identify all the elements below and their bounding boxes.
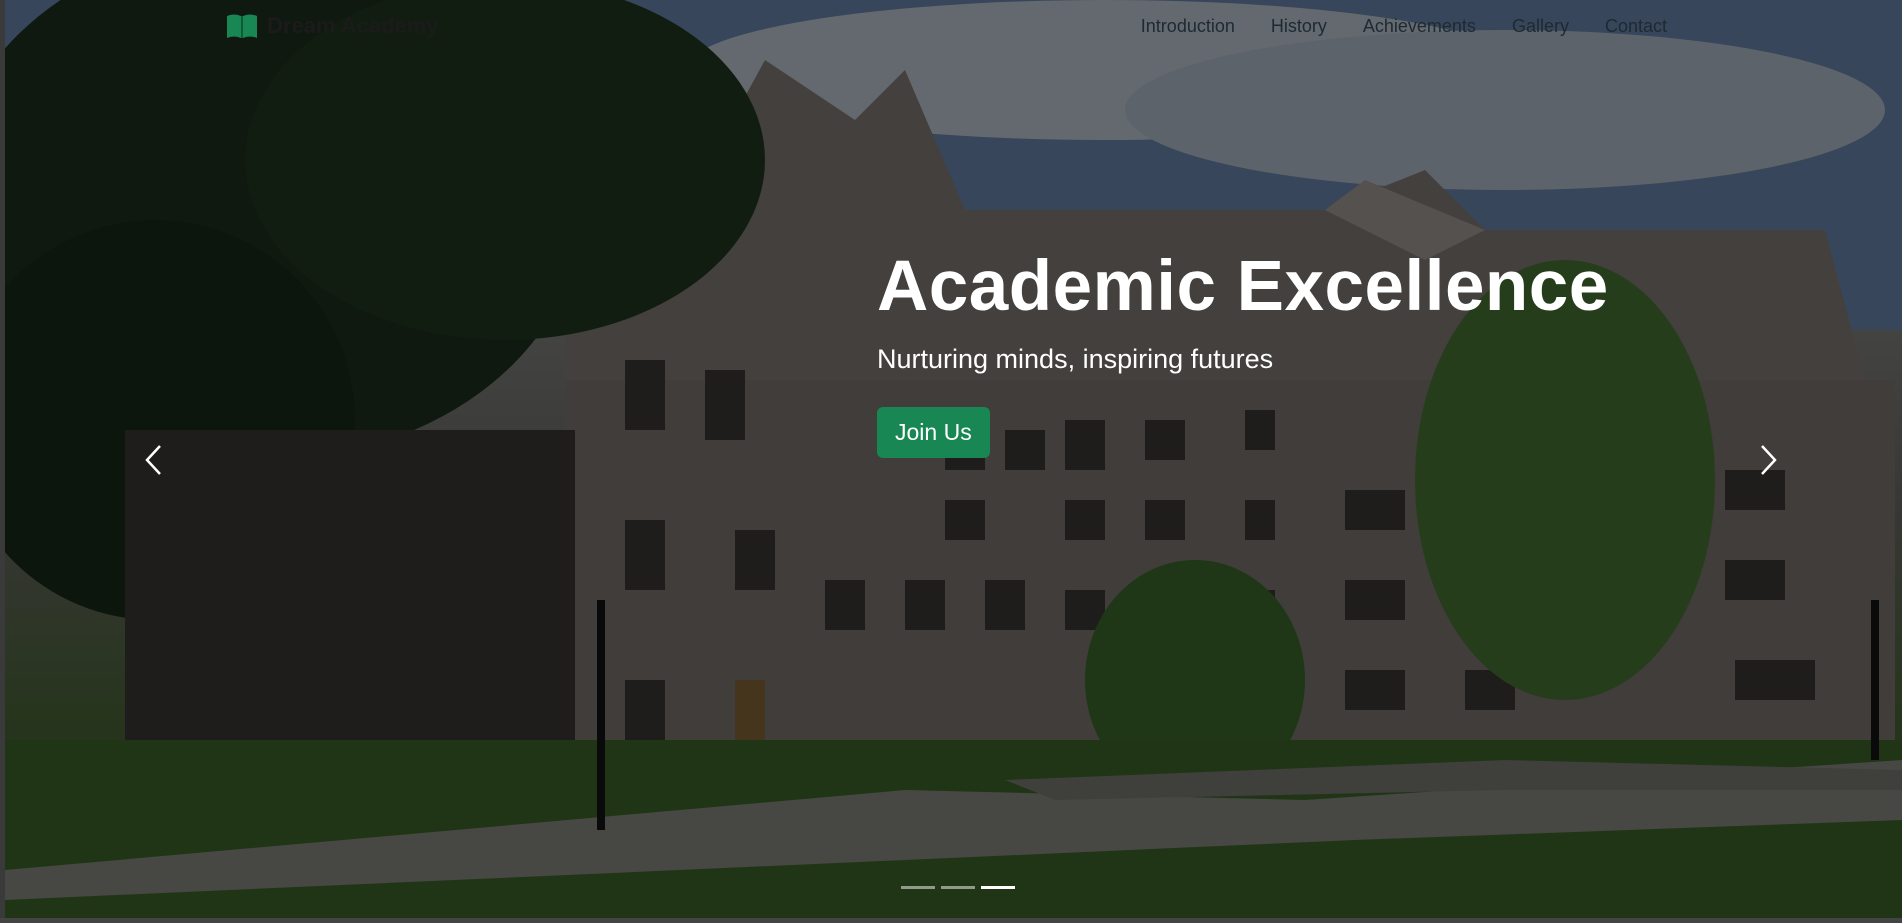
carousel-next-button[interactable]	[1747, 440, 1787, 480]
nav-link-contact[interactable]: Contact	[1605, 16, 1667, 37]
chevron-right-icon	[1761, 445, 1777, 475]
join-us-button[interactable]: Join Us	[877, 407, 990, 458]
nav-links: Introduction History Achievements Galler…	[1141, 16, 1667, 37]
carousel-indicator[interactable]	[901, 886, 935, 889]
nav-link-gallery[interactable]: Gallery	[1512, 16, 1569, 37]
page-bottom-edge	[0, 918, 1902, 923]
nav-link-introduction[interactable]: Introduction	[1141, 16, 1235, 37]
nav-link-history[interactable]: History	[1271, 16, 1327, 37]
chevron-left-icon	[145, 445, 161, 475]
open-book-icon	[227, 14, 257, 38]
carousel-indicators	[901, 886, 1015, 889]
hero-title: Academic Excellence	[877, 247, 1609, 326]
hero-dark-overlay	[5, 0, 1902, 918]
carousel-prev-button[interactable]	[135, 440, 175, 480]
navbar: Dream Academy Introduction History Achie…	[0, 0, 1902, 54]
nav-link-achievements[interactable]: Achievements	[1363, 16, 1476, 37]
hero-carousel: Academic Excellence Nurturing minds, ins…	[5, 0, 1902, 918]
carousel-indicator[interactable]	[941, 886, 975, 889]
brand-name: Dream Academy	[267, 13, 439, 38]
carousel-indicator-active[interactable]	[981, 886, 1015, 889]
hero-caption: Academic Excellence Nurturing minds, ins…	[877, 247, 1609, 458]
hero-subtitle: Nurturing minds, inspiring futures	[877, 344, 1274, 374]
brand-link[interactable]: Dream Academy	[225, 12, 439, 40]
